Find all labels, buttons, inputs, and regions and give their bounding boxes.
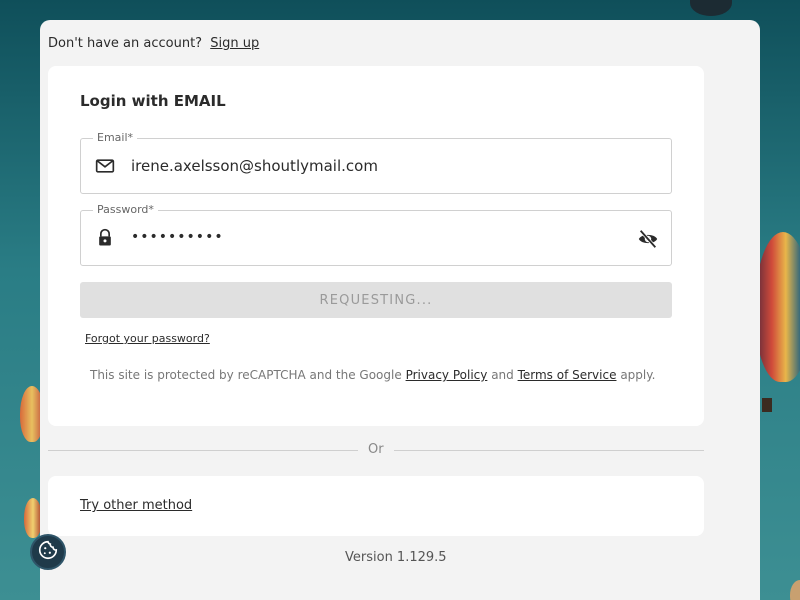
login-card: Login with EMAIL Email* Password* ••••••… xyxy=(48,66,704,426)
background-balloon xyxy=(755,232,800,382)
background-balloon-basket xyxy=(762,398,772,412)
submit-button[interactable]: REQUESTING... xyxy=(80,282,672,318)
mail-icon xyxy=(95,156,115,176)
signup-row: Don't have an account? Sign up xyxy=(48,36,259,51)
cookie-settings-button[interactable] xyxy=(30,534,66,570)
background-balloon xyxy=(690,0,732,16)
lock-icon xyxy=(95,228,115,248)
email-label: Email* xyxy=(93,131,138,144)
recaptcha-prefix: This site is protected by reCAPTCHA and … xyxy=(90,368,402,382)
background-balloon xyxy=(790,580,800,600)
alt-method-card: Try other method xyxy=(48,476,704,536)
login-panel: Don't have an account? Sign up Login wit… xyxy=(40,20,760,600)
divider-line xyxy=(394,450,704,451)
cookie-icon xyxy=(37,539,59,565)
signup-link[interactable]: Sign up xyxy=(210,36,259,51)
recaptcha-and: and xyxy=(491,368,514,382)
privacy-policy-link[interactable]: Privacy Policy xyxy=(406,368,488,382)
try-other-method-link[interactable]: Try other method xyxy=(80,498,192,513)
recaptcha-suffix: apply. xyxy=(620,368,656,382)
email-input[interactable] xyxy=(131,157,611,175)
terms-link[interactable]: Terms of Service xyxy=(518,368,617,382)
eye-off-icon[interactable] xyxy=(637,228,659,250)
version-label: Version 1.129.5 xyxy=(345,550,447,565)
or-text: Or xyxy=(368,442,384,457)
recaptcha-notice: This site is protected by reCAPTCHA and … xyxy=(90,368,655,382)
password-field[interactable]: Password* •••••••••• xyxy=(80,203,672,266)
or-divider: Or xyxy=(48,440,704,460)
divider-line xyxy=(48,450,358,451)
page-title: Login with EMAIL xyxy=(80,92,226,110)
email-field[interactable]: Email* xyxy=(80,131,672,194)
password-label: Password* xyxy=(93,203,158,216)
forgot-password-link[interactable]: Forgot your password? xyxy=(85,332,210,345)
password-input[interactable]: •••••••••• xyxy=(131,229,611,245)
signup-prompt: Don't have an account? xyxy=(48,36,203,51)
